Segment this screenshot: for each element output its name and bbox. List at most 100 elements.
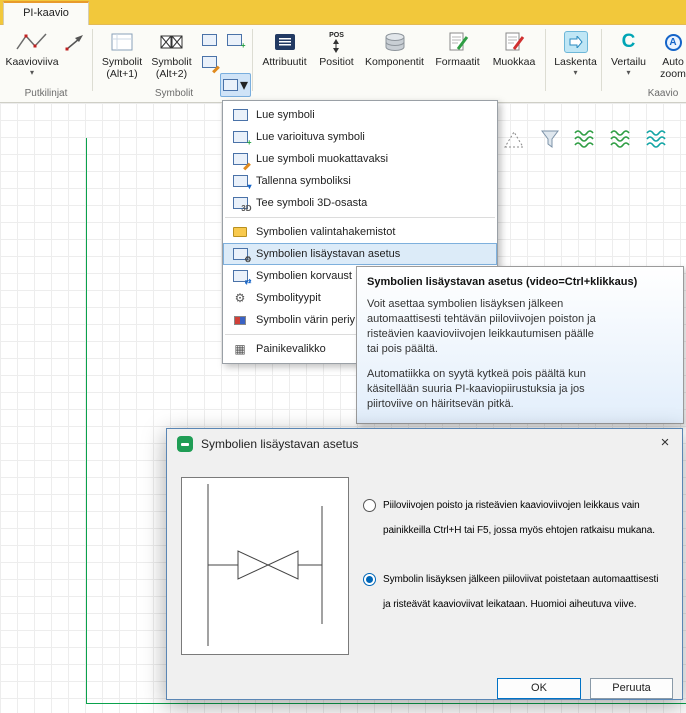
vertailu-label: Vertailu [611, 56, 646, 68]
attribuutit-label: Attribuutit [262, 56, 306, 68]
attribuutit-button[interactable]: Attribuutit [257, 29, 312, 68]
menu-item-label: Lue symboli [256, 109, 315, 121]
laskenta-button[interactable]: Laskenta ▾ [551, 29, 600, 76]
app-logo-icon [177, 436, 193, 452]
waves-layer-icon[interactable] [644, 126, 672, 152]
edit-symbol-small-button[interactable] [197, 52, 221, 72]
diagram-line-icon [15, 29, 49, 55]
komponentit-label: Komponentit [365, 56, 424, 68]
menu-item-label: Symbolien lisäystavan asetus [256, 248, 400, 260]
attributes-icon [275, 29, 295, 55]
group-label-kaavio: Kaavio [640, 87, 686, 101]
formaatit-button[interactable]: Formaatit [429, 29, 486, 68]
symbolit-alt2-label: Symbolit (Alt+2) [151, 56, 191, 80]
tooltip-title: Symbolien lisäystavan asetus (video=Ctrl… [367, 276, 673, 288]
menu-item-label: Symbolien korvaust [256, 270, 352, 282]
auto-zoom-icon: A [665, 29, 682, 55]
komponentit-button[interactable]: Komponentit [361, 29, 428, 68]
symbol-stamp-icon [202, 34, 217, 46]
symbol-stamp-pencil-icon [202, 56, 217, 68]
ribbon-separator [545, 29, 546, 91]
ribbon-separator [601, 29, 602, 91]
vertailu-button[interactable]: C Vertailu ▾ [605, 29, 652, 76]
menu-item-label: Symbolityypit [256, 292, 321, 304]
dialog-titlebar: Symbolien lisäystavan asetus × [167, 429, 682, 459]
menu-item-lue-symboli[interactable]: Lue symboli [223, 104, 497, 126]
menu-item-label: Painikevalikko [256, 343, 326, 355]
read-symbol-small-button[interactable] [197, 30, 221, 50]
symbol-stamp-plus-icon: + [227, 34, 242, 46]
kaavioviiva-button[interactable]: Kaavioviiva ▾ [3, 29, 61, 76]
menu-item-lue-varioituva-symboli[interactable]: + Lue varioituva symboli [223, 126, 497, 148]
radio-option-automatic-label: Symbolin lisäyksen jälkeen piiloviivat p… [383, 567, 658, 617]
radio-option-automatic-cleanup[interactable]: Symbolin lisäyksen jälkeen piiloviivat p… [363, 567, 658, 617]
tooltip-body: Automatiikka on syytä kytkeä pois päältä… [367, 367, 673, 412]
document-pencil-icon [446, 29, 470, 55]
waves-layer-icon[interactable] [572, 126, 600, 152]
symbol-frame-icon [109, 29, 135, 55]
menu-item-label: Symbolin värin periy [256, 314, 355, 326]
ribbon-separator [92, 29, 93, 91]
menu-item-lue-symboli-muokattavaksi[interactable]: Lue symboli muokattavaksi [223, 148, 497, 170]
radio-selected-icon [363, 573, 376, 586]
menu-item-label: Symbolien valintahakemistot [256, 226, 395, 238]
autozoom-button[interactable]: A Auto zoom [653, 29, 686, 80]
menu-item-label: Tee symboli 3D-osasta [256, 197, 367, 209]
menu-item-label: Tallenna symboliksi [256, 175, 351, 187]
tab-pi-kaavio[interactable]: PI-kaavio [3, 1, 89, 25]
group-label-putkilinjat: Putkilinjat [3, 87, 89, 101]
symbol-from-3d-icon: 3D [231, 195, 249, 211]
symbolit-alt1-label: Symbolit (Alt+1) [102, 56, 142, 80]
add-symbol-small-button[interactable]: + [222, 30, 246, 50]
menu-separator [225, 217, 495, 218]
sheet-border-horizontal [86, 703, 686, 704]
cancel-button[interactable]: Peruuta [590, 678, 673, 699]
application-window: PI-kaavio Kaavioviiva ▾ Putkilinjat Symb… [0, 0, 686, 713]
valve-symbol-drawing [182, 478, 346, 652]
read-symbol-icon [231, 107, 249, 123]
waves-layer-icon[interactable] [608, 126, 636, 152]
read-variable-symbol-icon: + [231, 129, 249, 145]
radio-option-manual-cleanup[interactable]: Piiloviivojen poisto ja risteävien kaavi… [363, 493, 655, 543]
autozoom-label: Auto zoom [653, 56, 686, 80]
symbolit-alt1-button[interactable]: Symbolit (Alt+1) [98, 29, 146, 80]
group-label-symbolit: Symbolit [98, 87, 250, 101]
ok-button[interactable]: OK [497, 678, 581, 699]
symbolit-alt2-button[interactable]: Symbolit (Alt+2) [147, 29, 196, 80]
positiot-button[interactable]: POS Positiot [313, 29, 360, 68]
laskenta-label: Laskenta [554, 56, 597, 68]
filter-funnel-icon[interactable] [536, 126, 564, 152]
valve-preview-image [181, 477, 349, 655]
edit-pencil-icon [502, 29, 526, 55]
ribbon-tab-bar: PI-kaavio [0, 0, 686, 25]
button-grid-icon: ▦ [231, 341, 249, 357]
kaavioviiva-label: Kaavioviiva [5, 56, 58, 68]
menu-item-symbolien-valintahakemistot[interactable]: Symbolien valintahakemistot [223, 221, 497, 243]
radio-option-manual-label: Piiloviivojen poisto ja risteävien kaavi… [383, 493, 655, 543]
menu-item-label: Lue varioituva symboli [256, 131, 365, 143]
dialog-title: Symbolien lisäystavan asetus [201, 437, 358, 451]
folder-icon [231, 224, 249, 240]
chevron-down-icon: ▾ [573, 69, 577, 76]
database-icon [382, 29, 408, 55]
symbol-color-icon [231, 312, 249, 328]
menu-item-label: Lue symboli muokattavaksi [256, 153, 388, 165]
muokkaa-button[interactable]: Muokkaa [487, 29, 541, 68]
formaatit-label: Formaatit [435, 56, 479, 68]
line-arrow-button[interactable] [62, 31, 88, 55]
radio-unselected-icon [363, 499, 376, 512]
close-icon[interactable]: × [648, 429, 682, 457]
save-symbol-icon: ▾ [231, 173, 249, 189]
muokkaa-label: Muokkaa [493, 56, 536, 68]
dashed-triangle-tool[interactable] [500, 126, 528, 152]
symbol-types-icon: ⚙ [231, 290, 249, 306]
ribbon-separator [252, 29, 253, 91]
tooltip-body: Voit asettaa symbolien lisäyksen jälkeen… [367, 297, 673, 357]
chevron-down-icon: ▾ [626, 69, 630, 76]
menu-item-symbolien-lisaystavan-asetus[interactable]: ⚙ Symbolien lisäystavan asetus [223, 243, 497, 265]
menu-item-tallenna-symboliksi[interactable]: ▾ Tallenna symboliksi [223, 170, 497, 192]
position-tag-icon: POS [329, 29, 344, 55]
menu-item-tee-symboli-3d-osasta[interactable]: 3D Tee symboli 3D-osasta [223, 192, 497, 214]
tooltip: Symbolien lisäystavan asetus (video=Ctrl… [356, 266, 684, 424]
line-arrow-icon [64, 33, 86, 53]
